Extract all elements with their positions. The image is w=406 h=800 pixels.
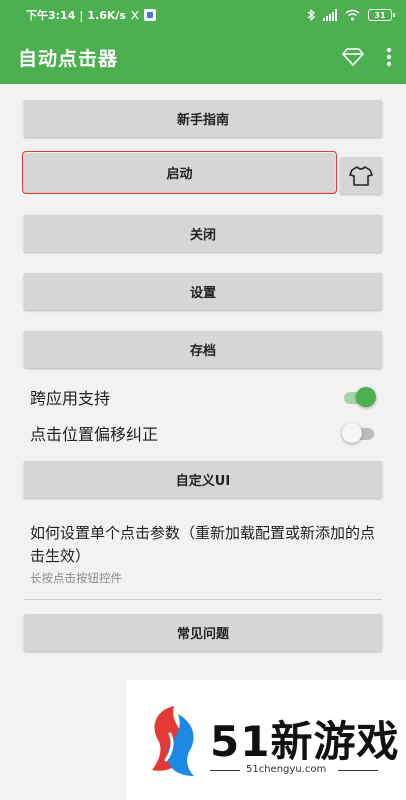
bluetooth-icon — [307, 9, 315, 21]
vibrate-icon — [131, 10, 139, 20]
app-screen: 下午3:14 | 1.6K/s 31 自动点击器 新手指南 启动 关闭 设置 存… — [0, 0, 406, 800]
switch-thumb — [342, 423, 362, 443]
custom-ui-button[interactable]: 自定义UI — [24, 461, 382, 498]
status-time: 下午3:14 — [26, 9, 76, 22]
wifi-icon — [345, 9, 360, 21]
switch-thumb — [356, 387, 376, 407]
help-item[interactable]: 如何设置单个点击参数（重新加载配置或新添加的点击生效） 长按点击按钮控件 — [30, 522, 386, 586]
cross-app-switch[interactable] — [342, 386, 376, 408]
guide-button[interactable]: 新手指南 — [24, 100, 382, 137]
app-title: 自动点击器 — [18, 47, 119, 70]
offset-fix-switch[interactable] — [342, 422, 376, 444]
watermark: 51新游戏 51chengyu.com — [126, 680, 406, 800]
start-button[interactable]: 启动 — [22, 151, 337, 194]
status-bar: 下午3:14 | 1.6K/s 31 — [0, 0, 406, 30]
divider — [24, 599, 382, 600]
app-bar: 自动点击器 — [0, 30, 406, 84]
archive-button[interactable]: 存档 — [24, 331, 382, 368]
signal-icon — [323, 9, 337, 21]
help-subtitle: 长按点击按钮控件 — [30, 571, 122, 585]
app-actions — [342, 47, 392, 67]
status-speed: 1.6K/s — [87, 8, 126, 22]
status-separator: | — [79, 8, 84, 22]
help-title: 如何设置单个点击参数（重新加载配置或新添加的点击生效） — [30, 524, 376, 565]
offset-fix-row: 点击位置偏移纠正 — [0, 416, 406, 450]
battery-icon: 31 — [368, 9, 395, 21]
watermark-rule-left — [210, 770, 240, 771]
faq-button[interactable]: 常见问题 — [24, 614, 382, 651]
settings-button[interactable]: 设置 — [24, 273, 382, 310]
watermark-rule-right — [338, 770, 378, 771]
diamond-icon[interactable] — [342, 47, 364, 67]
close-button[interactable]: 关闭 — [24, 215, 382, 252]
status-right: 31 — [307, 9, 395, 21]
cross-app-row: 跨应用支持 — [0, 380, 406, 414]
app-notification-icon — [143, 9, 156, 21]
offset-fix-label: 点击位置偏移纠正 — [30, 425, 159, 444]
status-left: 下午3:14 | 1.6K/s — [26, 7, 156, 23]
cross-app-label: 跨应用支持 — [30, 389, 111, 408]
skin-button[interactable] — [340, 157, 382, 194]
battery-level: 31 — [374, 10, 386, 20]
watermark-logo — [152, 706, 194, 776]
more-vert-icon[interactable] — [386, 47, 392, 67]
watermark-url: 51chengyu.com — [246, 764, 327, 775]
watermark-brand: 51新游戏 — [210, 717, 400, 766]
shirt-icon — [349, 165, 373, 186]
